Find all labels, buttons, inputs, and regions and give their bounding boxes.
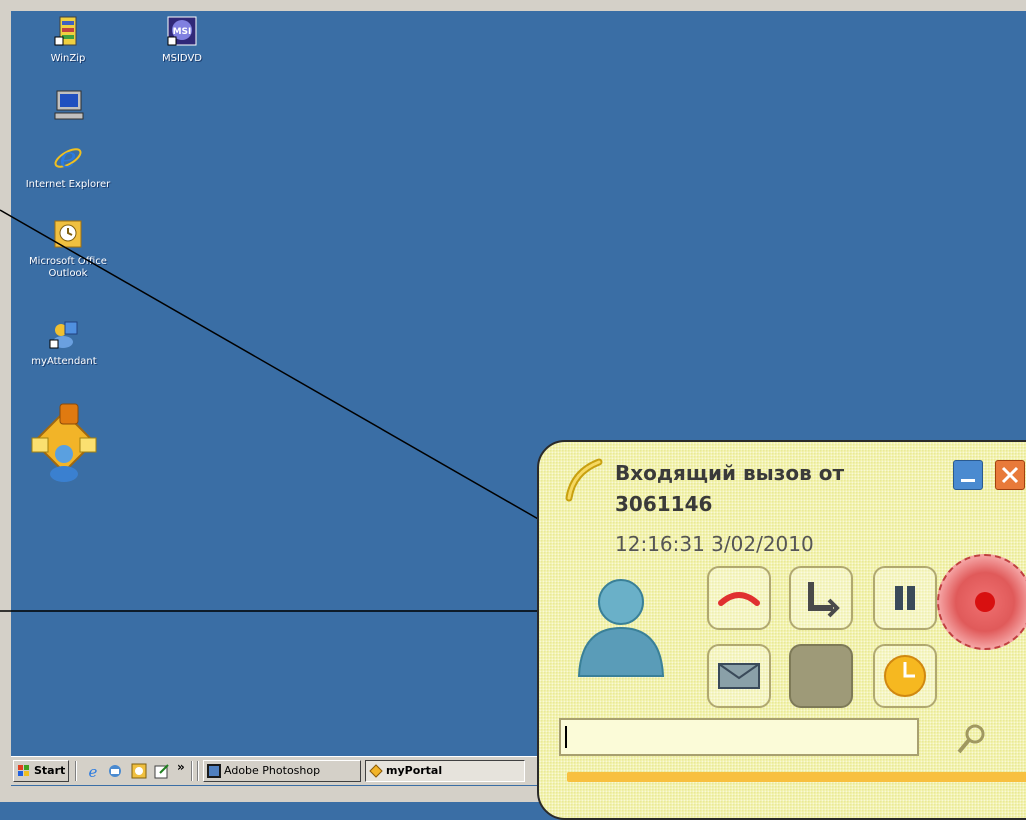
- desktop-icon-myattendant[interactable]: myAttendant: [19, 318, 109, 368]
- record-button[interactable]: [937, 554, 1026, 650]
- task-label: Adobe Photoshop: [224, 764, 321, 777]
- search-icon[interactable]: [947, 718, 995, 760]
- quick-launch-chevron[interactable]: »: [177, 760, 185, 774]
- call-progress-bar: [567, 772, 1026, 782]
- clock-icon[interactable]: [131, 763, 147, 779]
- svg-text:e: e: [60, 141, 77, 174]
- hang-up-button[interactable]: [707, 566, 771, 630]
- email-button[interactable]: [707, 644, 771, 708]
- minimize-button[interactable]: [953, 460, 983, 490]
- desktop-icon-outlook[interactable]: Microsoft Office Outlook: [23, 218, 113, 280]
- desktop-icon-msidvd[interactable]: MSI MSIDVD: [137, 15, 227, 65]
- myattendant-icon: [49, 321, 78, 349]
- call-title-text: Входящий вызов от: [615, 461, 845, 485]
- desktop-icon-label: MSIDVD: [162, 53, 202, 64]
- svg-text:e: e: [89, 763, 98, 779]
- edit-icon[interactable]: [154, 763, 170, 779]
- outlook-express-icon[interactable]: [107, 763, 123, 779]
- clock-icon: [884, 655, 926, 697]
- myportal-large-icon: [31, 403, 97, 482]
- msi-icon: MSI: [167, 16, 197, 46]
- task-label: myPortal: [386, 764, 443, 777]
- envelope-icon: [718, 663, 760, 689]
- taskbar-separator: [191, 761, 193, 781]
- close-icon: [1001, 466, 1019, 484]
- desktop-icon-my-computer[interactable]: [23, 88, 113, 126]
- pause-icon: [895, 586, 915, 610]
- windows-logo-icon: [18, 765, 29, 776]
- internet-explorer-icon[interactable]: e: [85, 763, 101, 779]
- screen-border-left: [0, 0, 11, 802]
- minimize-icon: [961, 479, 975, 482]
- disabled-action-button[interactable]: [789, 644, 853, 708]
- desktop-icon-label: Internet Explorer: [25, 179, 111, 190]
- record-icon: [975, 592, 995, 612]
- close-button[interactable]: [995, 460, 1025, 490]
- desktop-icon-label: Microsoft Office Outlook: [29, 256, 107, 279]
- call-title: Входящий вызов от 3061146: [615, 458, 895, 520]
- svg-text:MSI: MSI: [173, 27, 192, 37]
- handset-icon: [565, 458, 603, 502]
- start-button[interactable]: Start: [13, 760, 69, 782]
- call-datetime: 12:16:31 3/02/2010: [615, 532, 814, 556]
- transfer-icon: [808, 582, 840, 618]
- winzip-icon: [54, 16, 77, 46]
- internet-explorer-icon: e: [54, 141, 82, 174]
- contact-avatar-icon: [577, 579, 665, 677]
- hold-button[interactable]: [873, 566, 937, 630]
- outlook-icon: [54, 220, 82, 248]
- incoming-call-popup: Входящий вызов от 3061146 12:16:31 3/02/…: [537, 440, 1026, 820]
- desktop-icon-label: myAttendant: [31, 356, 97, 367]
- search-input[interactable]: [559, 718, 919, 756]
- caller-number: 3061146: [615, 492, 713, 516]
- desktop-icon-internet-explorer[interactable]: e Internet Explorer: [23, 141, 113, 191]
- desktop-icon-myportal[interactable]: [19, 400, 109, 488]
- task-button-adobe-photoshop[interactable]: Adobe Photoshop: [203, 760, 361, 782]
- taskbar-separator: [75, 761, 77, 781]
- my-computer-icon: [54, 90, 84, 120]
- hang-up-icon: [718, 592, 760, 606]
- task-button-myportal[interactable]: myPortal: [365, 760, 525, 782]
- desktop-icon-label: WinZip: [50, 53, 86, 64]
- myportal-icon: [369, 764, 383, 778]
- screen-border-top: [0, 0, 1026, 11]
- taskbar-separator: [197, 761, 199, 781]
- transfer-call-button[interactable]: [789, 566, 853, 630]
- schedule-button[interactable]: [873, 644, 937, 708]
- desktop-icon-winzip[interactable]: WinZip: [23, 15, 113, 65]
- start-label: Start: [34, 764, 66, 777]
- photoshop-icon: [207, 764, 221, 778]
